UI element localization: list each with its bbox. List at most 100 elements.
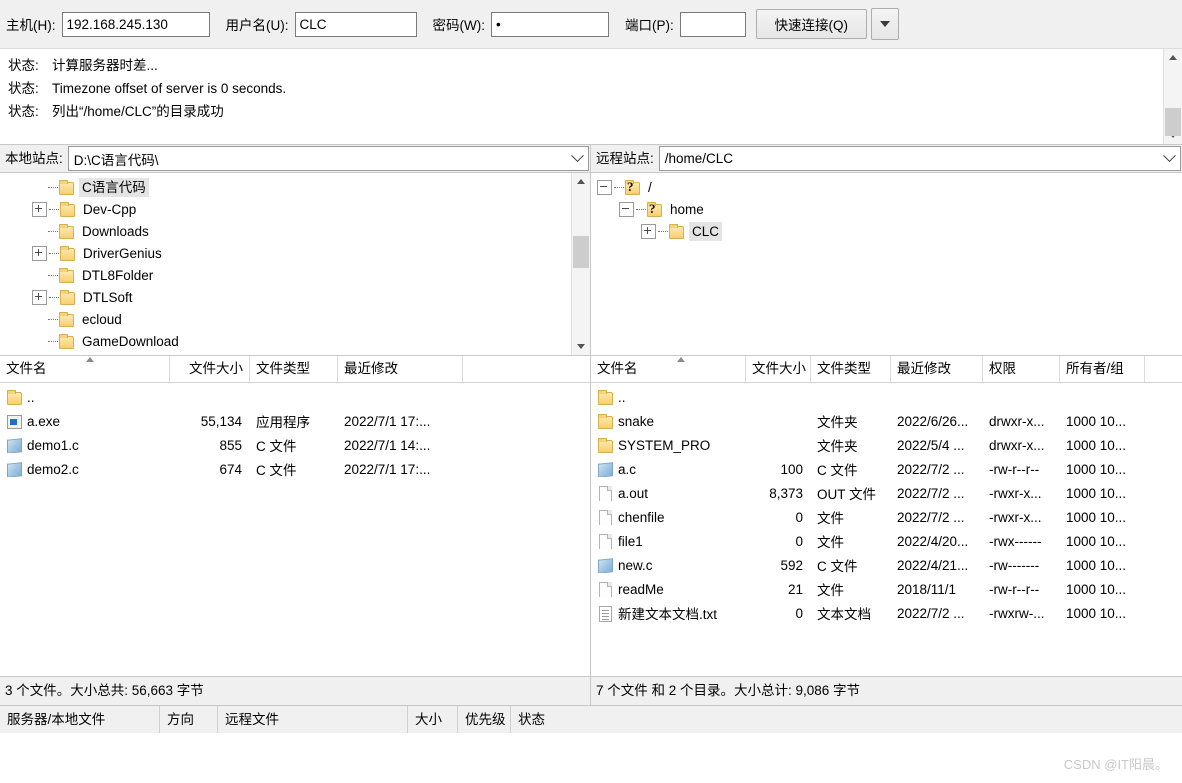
file-owner-group: 1000 10... bbox=[1066, 413, 1127, 429]
tree-node[interactable]: Dev-Cpp bbox=[0, 198, 571, 220]
file-name: .. bbox=[27, 389, 35, 405]
tree-node[interactable]: Downloads bbox=[0, 220, 571, 242]
column-header-filetype[interactable]: 文件类型 bbox=[811, 356, 891, 382]
scrollbar-thumb[interactable] bbox=[573, 236, 589, 268]
column-header-filename[interactable]: 文件名 bbox=[591, 356, 746, 382]
tree-node-label: C语言代码 bbox=[79, 177, 149, 197]
table-row[interactable]: new.c 592 C 文件 2022/4/21... -rw------- 1… bbox=[591, 553, 1182, 577]
column-header-filename[interactable]: 文件名 bbox=[0, 356, 170, 382]
column-header-filetype[interactable]: 文件类型 bbox=[250, 356, 338, 382]
password-label: 密码(W): bbox=[432, 18, 485, 33]
tree-node[interactable]: DTL8Folder bbox=[0, 264, 571, 286]
folder-icon bbox=[59, 290, 75, 305]
local-file-list[interactable]: .. a.exe 55,134 应用程序 2022/7/1 17:... dem… bbox=[0, 383, 590, 676]
remote-file-list[interactable]: .. snake 文件夹 2022/6/26... drwxr-x... 100… bbox=[591, 383, 1182, 676]
file-name: a.out bbox=[618, 485, 649, 501]
tree-node-label: Downloads bbox=[82, 223, 149, 239]
c-file-icon bbox=[597, 557, 613, 573]
exe-icon bbox=[6, 413, 22, 429]
column-header-filesize[interactable]: 文件大小 bbox=[746, 356, 811, 382]
message-log[interactable]: 状态: 计算服务器时差... 状态: Timezone offset of se… bbox=[0, 49, 1163, 144]
file-permissions: -rwxrw-... bbox=[989, 605, 1045, 621]
file-modified: 2022/4/21... bbox=[897, 557, 969, 573]
file-modified: 2022/7/2 ... bbox=[897, 509, 965, 525]
tree-node[interactable]: GameDownload bbox=[0, 330, 571, 352]
log-line-text: 列出“/home/CLC”的目录成功 bbox=[52, 104, 224, 119]
table-row[interactable]: a.exe 55,134 应用程序 2022/7/1 17:... bbox=[0, 409, 590, 433]
queue-column-direction[interactable]: 方向 bbox=[160, 705, 218, 733]
scroll-down-arrow-icon[interactable] bbox=[572, 338, 590, 355]
tree-node[interactable]: DriverGenius bbox=[0, 242, 571, 264]
file-modified: 2022/7/2 ... bbox=[897, 605, 965, 621]
table-row[interactable]: demo1.c 855 C 文件 2022/7/1 14:... bbox=[0, 433, 590, 457]
column-header-filesize[interactable]: 文件大小 bbox=[170, 356, 250, 382]
scroll-up-arrow-icon[interactable] bbox=[572, 173, 590, 190]
queue-column-remote-file[interactable]: 远程文件 bbox=[218, 705, 408, 733]
file-permissions: -rw------- bbox=[989, 557, 1040, 573]
scrollbar-track[interactable] bbox=[1164, 66, 1182, 136]
tree-node[interactable]: ? / bbox=[591, 176, 1182, 198]
tree-node[interactable]: DTLSoft bbox=[0, 286, 571, 308]
file-name: 新建文本文档.txt bbox=[618, 607, 718, 622]
remote-directory-tree[interactable]: ? / ? home CLC bbox=[591, 173, 1182, 355]
table-row[interactable]: demo2.c 674 C 文件 2022/7/1 17:... bbox=[0, 457, 590, 481]
tree-node[interactable]: C语言代码 bbox=[0, 176, 571, 198]
column-header-permissions[interactable]: 权限 bbox=[983, 356, 1060, 382]
password-input[interactable] bbox=[490, 11, 609, 37]
expand-plus-icon[interactable] bbox=[32, 201, 47, 217]
table-row[interactable]: a.out 8,373 OUT 文件 2022/7/2 ... -rwxr-x.… bbox=[591, 481, 1182, 505]
remote-file-pane: 文件名 文件大小 文件类型 最近修改 权限 所有者/组 .. snake 文件夹… bbox=[591, 356, 1182, 705]
folder-icon bbox=[6, 389, 22, 405]
queue-column-priority[interactable]: 优先级 bbox=[458, 705, 511, 733]
scrollbar-track[interactable] bbox=[572, 190, 590, 338]
quickconnect-button[interactable]: 快速连接(Q) bbox=[755, 9, 867, 39]
collapse-minus-icon[interactable] bbox=[597, 179, 612, 195]
tree-node[interactable]: ? home bbox=[591, 198, 1182, 220]
chevron-down-icon[interactable] bbox=[566, 147, 588, 170]
transfer-queue-list[interactable]: CSDN @IT阳晨。 bbox=[0, 732, 1182, 783]
log-line: 状态: Timezone offset of server is 0 secon… bbox=[8, 77, 1163, 100]
queue-column-size[interactable]: 大小 bbox=[408, 705, 458, 733]
queue-column-status[interactable]: 状态 bbox=[511, 706, 591, 733]
column-header-modified[interactable]: 最近修改 bbox=[338, 356, 463, 382]
watermark: CSDN @IT阳晨。 bbox=[1063, 757, 1168, 772]
local-directory-tree[interactable]: C语言代码 Dev-Cpp Downloads DriverGenius DTL… bbox=[0, 173, 571, 355]
table-row[interactable]: file1 0 文件 2022/4/20... -rwx------ 1000 … bbox=[591, 529, 1182, 553]
file-owner-group: 1000 10... bbox=[1066, 533, 1127, 549]
chevron-down-icon[interactable] bbox=[1158, 147, 1180, 170]
remote-site-combo[interactable]: /home/CLC bbox=[658, 146, 1181, 171]
tree-node[interactable]: CLC bbox=[591, 220, 1182, 242]
table-row[interactable]: .. bbox=[0, 385, 590, 409]
table-row[interactable]: snake 文件夹 2022/6/26... drwxr-x... 1000 1… bbox=[591, 409, 1182, 433]
local-tree-scrollbar[interactable] bbox=[571, 173, 590, 355]
file-modified: 2022/4/20... bbox=[897, 533, 969, 549]
queue-column-server-local-file[interactable]: 服务器/本地文件 bbox=[0, 705, 160, 733]
file-modified: 2022/7/1 14:... bbox=[344, 437, 431, 453]
collapse-minus-icon[interactable] bbox=[619, 201, 634, 217]
local-site-combo[interactable]: D:\C语言代码\ bbox=[67, 146, 589, 171]
scrollbar-thumb[interactable] bbox=[1165, 108, 1181, 136]
tree-node-label: / bbox=[648, 179, 652, 195]
expand-plus-icon[interactable] bbox=[32, 245, 47, 261]
table-row[interactable]: .. bbox=[591, 385, 1182, 409]
table-row[interactable]: SYSTEM_PRO 文件夹 2022/5/4 ... drwxr-x... 1… bbox=[591, 433, 1182, 457]
folder-icon bbox=[597, 413, 613, 429]
file-size: 0 bbox=[795, 509, 803, 525]
message-log-scrollbar[interactable] bbox=[1163, 49, 1182, 144]
expand-plus-icon[interactable] bbox=[641, 223, 656, 239]
column-header-modified[interactable]: 最近修改 bbox=[891, 356, 983, 382]
username-input[interactable] bbox=[294, 11, 417, 37]
table-row[interactable]: 新建文本文档.txt 0 文本文档 2022/7/2 ... -rwxrw-..… bbox=[591, 601, 1182, 625]
tree-node[interactable]: ecloud bbox=[0, 308, 571, 330]
log-line-text: 计算服务器时差... bbox=[52, 58, 158, 73]
column-header-owner-group[interactable]: 所有者/组 bbox=[1060, 356, 1145, 382]
scroll-up-arrow-icon[interactable] bbox=[1164, 49, 1182, 66]
table-row[interactable]: readMe 21 文件 2018/11/1 -rw-r--r-- 1000 1… bbox=[591, 577, 1182, 601]
file-size: 0 bbox=[795, 605, 803, 621]
host-input[interactable] bbox=[61, 11, 210, 37]
quickconnect-history-dropdown[interactable] bbox=[870, 8, 899, 40]
table-row[interactable]: a.c 100 C 文件 2022/7/2 ... -rw-r--r-- 100… bbox=[591, 457, 1182, 481]
expand-plus-icon[interactable] bbox=[32, 289, 47, 305]
port-input[interactable] bbox=[679, 11, 746, 37]
table-row[interactable]: chenfile 0 文件 2022/7/2 ... -rwxr-x... 10… bbox=[591, 505, 1182, 529]
